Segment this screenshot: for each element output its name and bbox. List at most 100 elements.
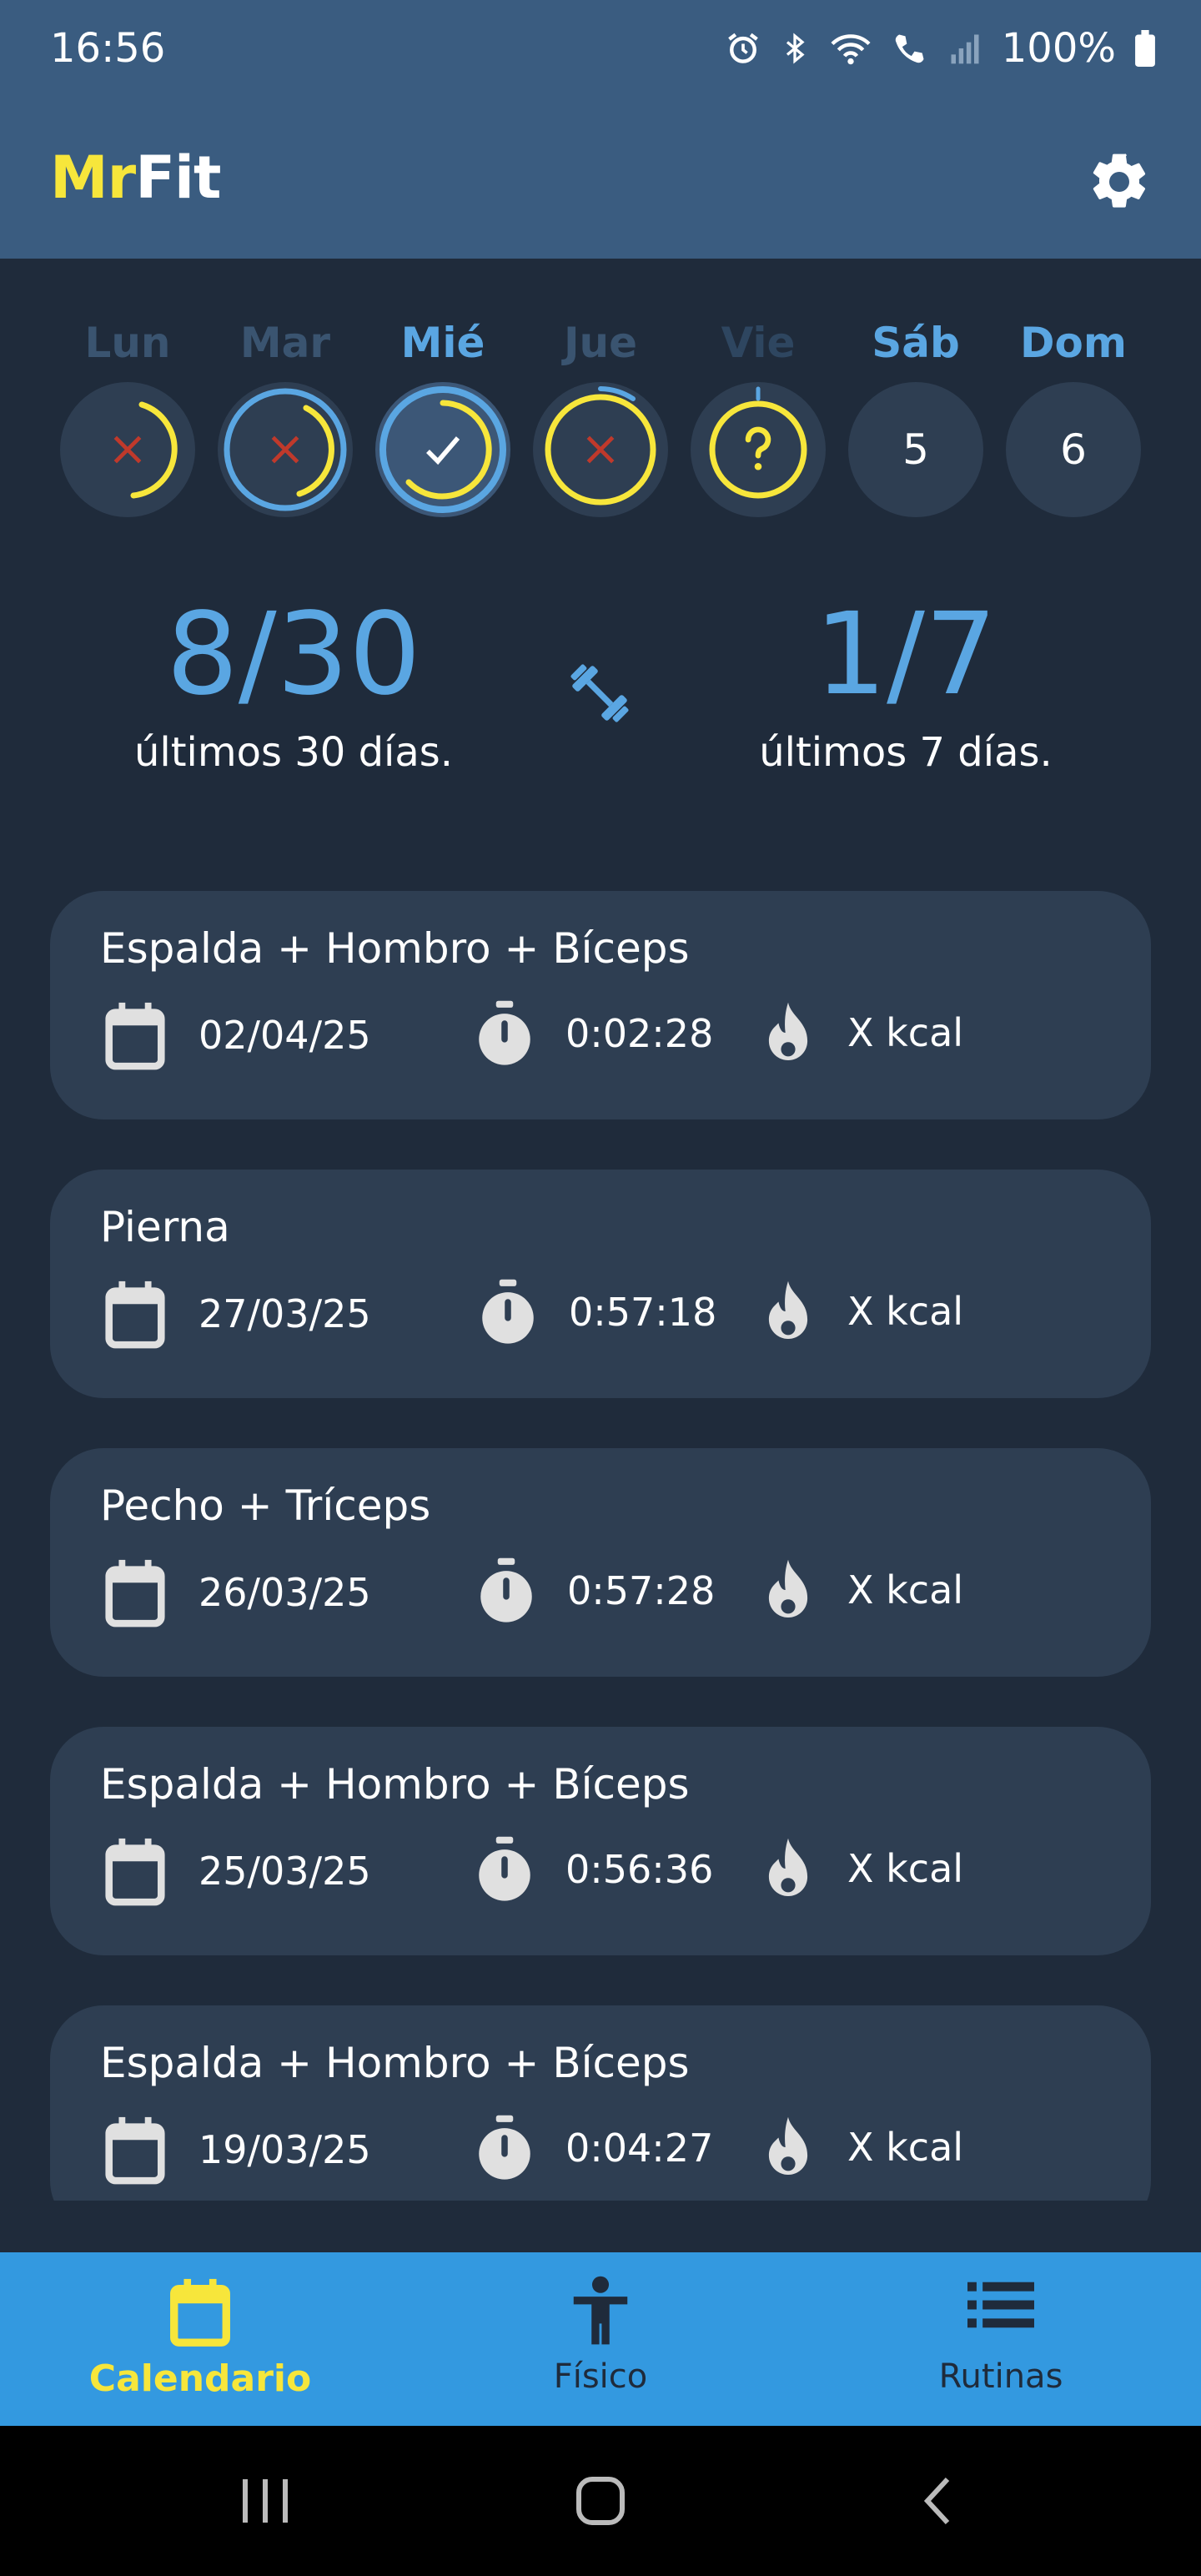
calendar-icon — [105, 1838, 165, 1906]
app-title-fit: Fit — [135, 143, 221, 212]
workout-list: Espalda + Hombro + Bíceps 02/04/25 0:02:… — [50, 891, 1151, 2201]
workout-title: Espalda + Hombro + Bíceps — [100, 1760, 690, 1809]
day-status-missed[interactable] — [60, 382, 195, 517]
duration-text: 0:57:28 — [567, 1568, 716, 1613]
date-text: 25/03/25 — [198, 1849, 371, 1894]
app-title: MrFit — [50, 143, 221, 212]
workout-date: 27/03/25 — [103, 1278, 371, 1350]
workout-duration: 0:02:28 — [475, 999, 713, 1068]
workout-card[interactable]: Pierna 27/03/25 0:57:18 X kcal — [50, 1170, 1151, 1398]
status-time: 16:56 — [50, 25, 166, 72]
day-wed[interactable]: Mié — [375, 309, 510, 526]
battery-percentage: 100% — [1001, 25, 1116, 72]
stats-summary: 8/30 últimos 30 días. 1/7 últimos 7 días… — [0, 584, 1201, 818]
workout-title: Espalda + Hombro + Bíceps — [100, 2039, 690, 2087]
recent-apps-icon — [243, 2479, 288, 2523]
wifi-icon — [831, 34, 871, 65]
close-icon — [271, 435, 299, 464]
status-icons: 100% — [725, 25, 1156, 72]
flame-icon — [768, 1280, 808, 1339]
workout-duration: 0:56:36 — [475, 1835, 713, 1904]
day-circle-future[interactable]: 5 — [848, 382, 983, 517]
workout-title: Pierna — [100, 1203, 230, 1251]
duration-text: 0:02:28 — [565, 1011, 714, 1056]
calendar-icon — [105, 1559, 165, 1628]
day-fri[interactable]: Vie — [691, 309, 826, 526]
calendar-icon — [105, 1280, 165, 1349]
day-status-missed[interactable] — [533, 382, 668, 517]
date-text: 19/03/25 — [198, 2127, 371, 2172]
flame-icon — [768, 1838, 808, 1896]
day-label: Mar — [239, 319, 331, 367]
person-icon — [400, 2276, 801, 2347]
workout-calories: X kcal — [761, 2114, 963, 2181]
workout-date: 25/03/25 — [103, 1835, 371, 1907]
date-text: 26/03/25 — [198, 1570, 371, 1615]
day-tue[interactable]: Mar — [218, 309, 353, 526]
week-strip: Lun Mar Mié Jue Vie Sáb 5 Dom 6 — [60, 309, 1144, 526]
day-label: Dom — [1020, 319, 1127, 367]
workout-card[interactable]: Pecho + Tríceps 26/03/25 0:57:28 X kcal — [50, 1448, 1151, 1677]
nav-label: Rutinas — [938, 2357, 1063, 2396]
dumbbell-icon — [564, 657, 636, 732]
battery-icon — [1135, 30, 1155, 67]
calories-text: X kcal — [847, 2125, 964, 2170]
question-icon — [745, 426, 771, 470]
nav-rutinas[interactable]: Rutinas — [801, 2252, 1201, 2426]
signal-icon — [951, 34, 979, 64]
day-label: Lun — [84, 319, 171, 367]
stopwatch-icon — [479, 2115, 530, 2180]
home-icon — [576, 2477, 625, 2525]
day-label: Jue — [563, 319, 638, 367]
workout-title: Espalda + Hombro + Bíceps — [100, 924, 690, 973]
close-icon — [586, 435, 615, 464]
settings-button[interactable] — [1078, 140, 1161, 224]
day-circle-future[interactable]: 6 — [1006, 382, 1141, 517]
day-status-pending[interactable] — [691, 382, 826, 517]
workout-date: 26/03/25 — [103, 1557, 371, 1628]
nav-fisico[interactable]: Físico — [400, 2252, 801, 2426]
stat-week-caption: últimos 7 días. — [759, 729, 1053, 776]
call-icon — [895, 34, 924, 63]
back-button[interactable] — [887, 2451, 987, 2551]
workout-card[interactable]: Espalda + Hombro + Bíceps 02/04/25 0:02:… — [50, 891, 1151, 1119]
day-sun[interactable]: Dom 6 — [1006, 309, 1141, 526]
workout-title: Pecho + Tríceps — [100, 1482, 431, 1530]
check-icon — [426, 436, 460, 465]
alarm-icon — [727, 33, 758, 63]
duration-text: 0:57:18 — [569, 1290, 717, 1335]
day-mon[interactable]: Lun — [60, 309, 195, 526]
day-status-missed[interactable] — [218, 382, 353, 517]
back-icon — [923, 2477, 950, 2525]
date-text: 27/03/25 — [198, 1291, 371, 1336]
workout-calories: X kcal — [761, 999, 963, 1066]
close-icon — [113, 435, 142, 464]
stopwatch-icon — [479, 1836, 530, 1901]
stopwatch-icon — [479, 1000, 530, 1065]
home-button[interactable] — [550, 2451, 651, 2551]
day-status-done[interactable] — [375, 382, 510, 517]
stat-week: 1/7 últimos 7 días. — [672, 584, 1139, 776]
day-number: 5 — [902, 425, 929, 474]
workout-duration: 0:04:27 — [475, 2114, 713, 2182]
nav-calendario[interactable]: Calendario — [0, 2252, 400, 2426]
system-nav-bar — [0, 2426, 1201, 2576]
day-thu[interactable]: Jue — [533, 309, 668, 526]
day-label: Mié — [400, 319, 485, 367]
recent-apps-button[interactable] — [215, 2451, 315, 2551]
day-sat[interactable]: Sáb 5 — [848, 309, 983, 526]
workout-card[interactable]: Espalda + Hombro + Bíceps 19/03/25 0:04:… — [50, 2005, 1151, 2201]
nav-label: Calendario — [88, 2357, 312, 2400]
day-label: Vie — [721, 319, 796, 367]
workout-calories: X kcal — [761, 1278, 963, 1345]
date-text: 02/04/25 — [198, 1013, 371, 1058]
duration-text: 0:04:27 — [565, 2126, 714, 2171]
bottom-nav: Calendario Físico Rutinas — [0, 2252, 1201, 2426]
calories-text: X kcal — [847, 1567, 964, 1613]
gear-icon — [1093, 153, 1146, 208]
stat-week-value: 1/7 — [814, 589, 997, 721]
bluetooth-icon — [786, 33, 805, 64]
workout-card[interactable]: Espalda + Hombro + Bíceps 25/03/25 0:56:… — [50, 1727, 1151, 1955]
workout-date: 19/03/25 — [103, 2114, 371, 2186]
workout-duration: 0:57:18 — [479, 1278, 716, 1346]
